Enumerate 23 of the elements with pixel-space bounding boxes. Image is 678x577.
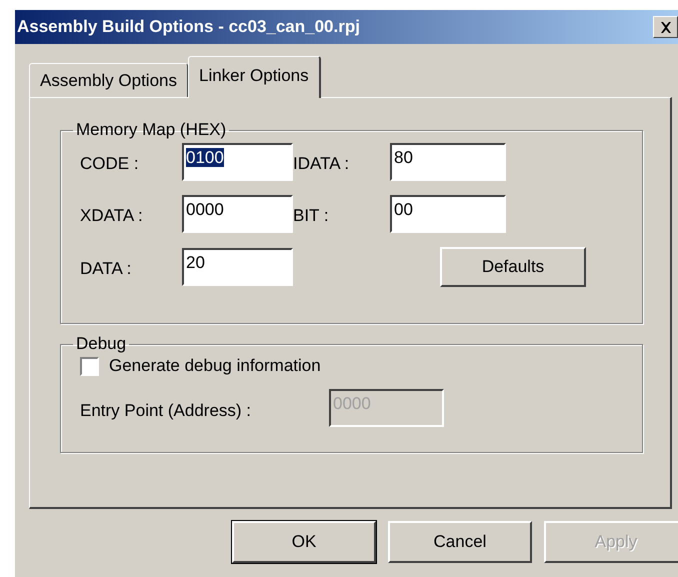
field-label: DATA : bbox=[80, 258, 132, 279]
tab[interactable]: Linker Options bbox=[188, 56, 321, 98]
group-title: Debug bbox=[75, 334, 128, 354]
input-field[interactable]: 0000 bbox=[182, 195, 293, 233]
tab[interactable]: Assembly Options bbox=[29, 63, 188, 97]
close-icon bbox=[660, 22, 672, 32]
dialog-button[interactable]: OK bbox=[232, 521, 376, 563]
checkbox[interactable] bbox=[80, 356, 99, 376]
window-title: Assembly Build Options - cc03_can_00.rpj bbox=[17, 17, 361, 37]
close-button[interactable] bbox=[653, 16, 678, 38]
input-field[interactable]: 0100 bbox=[182, 143, 293, 181]
field-label: IDATA : bbox=[293, 153, 350, 174]
checkbox-label[interactable]: Generate debug information bbox=[109, 356, 321, 376]
field-label: XDATA : bbox=[80, 205, 144, 226]
field-label: BIT : bbox=[293, 205, 330, 226]
group-title: Memory Map (HEX) bbox=[75, 120, 228, 140]
dialog-button[interactable]: Cancel bbox=[388, 521, 532, 563]
field-label: Entry Point (Address) : bbox=[80, 400, 252, 421]
defaults-button[interactable]: Defaults bbox=[440, 247, 586, 287]
input-field[interactable]: 80 bbox=[390, 143, 506, 181]
input-field[interactable]: 20 bbox=[182, 248, 293, 286]
field-label: CODE : bbox=[80, 153, 140, 174]
input-field[interactable]: 00 bbox=[390, 195, 506, 233]
